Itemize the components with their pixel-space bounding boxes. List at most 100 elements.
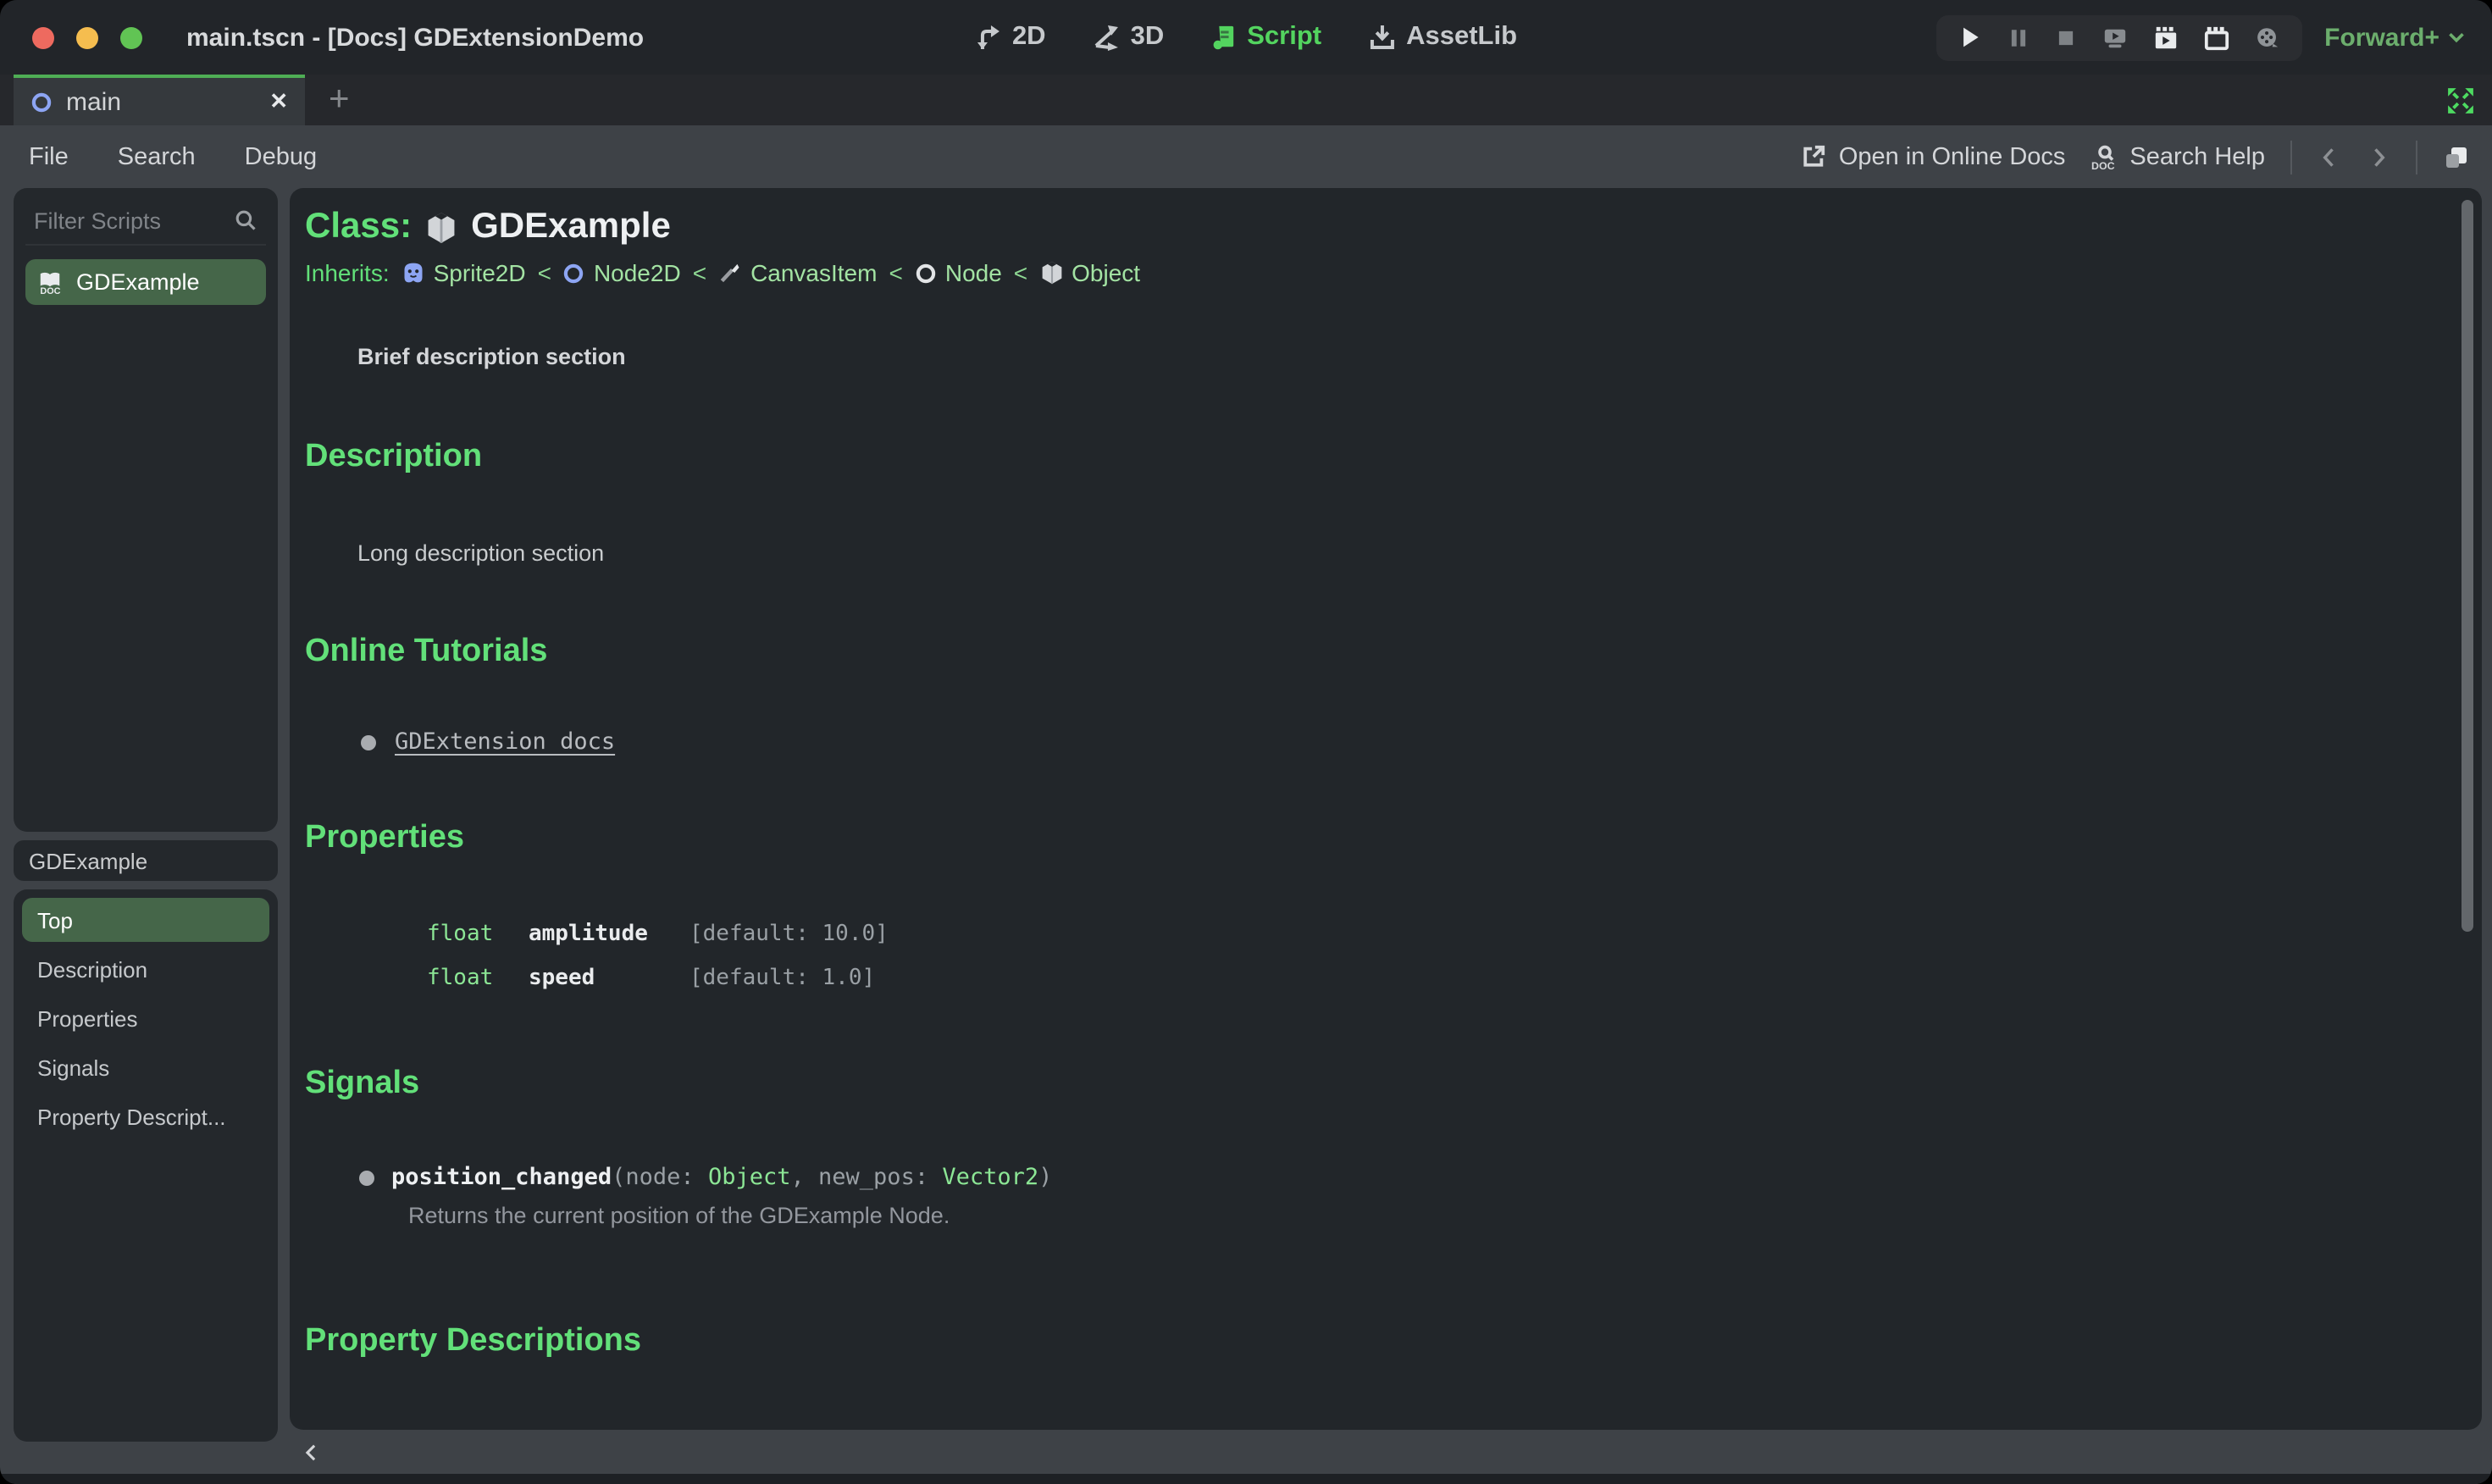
canvasitem-icon xyxy=(720,263,739,283)
brief-description: Brief description section xyxy=(357,344,626,369)
outline-item-label: Properties xyxy=(37,1005,138,1031)
2d-icon xyxy=(976,25,999,49)
node2d-icon xyxy=(564,263,584,283)
inherits-link-sprite2d[interactable]: Sprite2D xyxy=(401,259,526,286)
search-help-button[interactable]: DOC Search Help xyxy=(2091,143,2265,170)
online-tutorials-heading: Online Tutorials xyxy=(305,634,548,669)
play-movie-button[interactable] xyxy=(2153,25,2179,50)
collapse-chevron-icon[interactable] xyxy=(302,1439,320,1465)
search-icon xyxy=(235,210,256,230)
inherits-link-canvasitem[interactable]: CanvasItem xyxy=(718,259,877,286)
outline-item-label: Property Descript... xyxy=(37,1104,226,1129)
rendering-driver-dropdown[interactable]: Forward+ xyxy=(2324,23,2467,52)
inherits-link-label: Node2D xyxy=(593,259,681,286)
outline-item-description[interactable]: Description xyxy=(22,947,269,991)
property-row-amplitude: float amplitude [default: 10.0] xyxy=(427,922,2448,947)
add-scene-tab-button[interactable]: + xyxy=(329,78,350,122)
outline-header-label: GDExample xyxy=(29,848,148,873)
bullet-icon xyxy=(361,734,376,750)
node-icon xyxy=(916,263,936,283)
menu-file[interactable]: File xyxy=(29,143,69,170)
tab-assetlib-label: AssetLib xyxy=(1406,22,1518,51)
outline-item-label: Description xyxy=(37,956,148,982)
history-back-button[interactable] xyxy=(2318,143,2341,170)
inherits-link-label: CanvasItem xyxy=(750,259,878,286)
godot-editor-window: main.tscn - [Docs] GDExtensionDemo 2D 3D… xyxy=(0,0,2492,1484)
property-name[interactable]: amplitude xyxy=(529,922,689,947)
workspace-tabs: 2D 3D Script AssetLib xyxy=(975,22,1517,53)
stop-button[interactable] xyxy=(2055,26,2077,48)
menu-search[interactable]: Search xyxy=(118,143,196,170)
external-link-icon xyxy=(1804,145,1825,167)
open-online-docs-button[interactable]: Open in Online Docs xyxy=(1802,143,2066,170)
scene-tab-label: main xyxy=(66,87,122,116)
movie-writer-button[interactable] xyxy=(2255,25,2280,50)
title-bar: main.tscn - [Docs] GDExtensionDemo 2D 3D… xyxy=(0,0,2492,75)
minimize-window-button[interactable] xyxy=(76,26,98,48)
sprite2d-icon xyxy=(404,263,423,283)
make-floating-button[interactable] xyxy=(2443,143,2470,170)
inherits-label: Inherits: xyxy=(305,259,390,286)
3d-icon xyxy=(1095,25,1119,51)
signal-param-type-vector2[interactable]: Vector2 xyxy=(942,1164,1038,1191)
tab-script[interactable]: Script xyxy=(1211,22,1321,53)
movie-maker-button[interactable] xyxy=(2204,25,2229,50)
signal-description: Returns the current position of the GDEx… xyxy=(408,1203,950,1228)
outline-item-properties[interactable]: Properties xyxy=(22,996,269,1040)
play-button[interactable] xyxy=(1958,25,1982,49)
script-list-item-gdexample[interactable]: DOC GDExample xyxy=(25,259,266,305)
signal-param-label: new_pos: xyxy=(818,1164,943,1191)
open-online-docs-label: Open in Online Docs xyxy=(1838,143,2066,170)
distraction-free-button[interactable] xyxy=(2446,86,2475,114)
tab-script-label: Script xyxy=(1247,22,1322,51)
property-descriptions-heading: Property Descriptions xyxy=(305,1323,641,1359)
scene-tab-main[interactable]: main ✕ xyxy=(14,75,305,125)
svg-text:DOC: DOC xyxy=(40,286,60,295)
play-scene-button[interactable] xyxy=(2102,25,2128,50)
doc-column: Class: GDExample Inherits: Sprite2D < No… xyxy=(290,188,2482,1474)
search-help-icon: DOC xyxy=(2091,144,2115,170)
inherits-link-object[interactable]: Object xyxy=(1039,259,1140,286)
tutorial-item: GDExtension docs xyxy=(361,728,2448,756)
outline-item-property-descriptions[interactable]: Property Descript... xyxy=(22,1094,269,1138)
signal-punct: , xyxy=(790,1164,819,1191)
zoom-window-button[interactable] xyxy=(120,26,142,48)
signals-heading: Signals xyxy=(305,1066,420,1101)
property-name[interactable]: speed xyxy=(529,966,689,991)
close-tab-icon[interactable]: ✕ xyxy=(269,88,288,115)
inherits-link-label: Sprite2D xyxy=(433,259,526,286)
history-forward-button[interactable] xyxy=(2367,143,2390,170)
doc-scrollbar[interactable] xyxy=(2462,200,2473,932)
inherits-link-node2d[interactable]: Node2D xyxy=(563,259,681,286)
filter-scripts-input[interactable]: Filter Scripts xyxy=(25,197,266,246)
object-icon xyxy=(428,212,455,242)
chevron-left-icon xyxy=(2323,147,2334,166)
class-label: Class: xyxy=(305,207,413,246)
outline-header: GDExample xyxy=(14,840,278,881)
tab-assetlib[interactable]: AssetLib xyxy=(1369,22,1517,53)
outline-item-top[interactable]: Top xyxy=(22,898,269,942)
property-row-speed: float speed [default: 1.0] xyxy=(427,966,2448,991)
property-type[interactable]: float xyxy=(427,966,529,991)
signal-name: position_changed xyxy=(391,1164,612,1191)
tutorial-link[interactable]: GDExtension docs xyxy=(395,728,615,756)
property-type[interactable]: float xyxy=(427,922,529,947)
pause-button[interactable] xyxy=(2007,26,2030,48)
signal-signature: position_changed(node: Object, new_pos: … xyxy=(391,1164,1052,1191)
inherits-line: Inherits: Sprite2D < Node2D < CanvasItem… xyxy=(305,259,2448,286)
close-window-button[interactable] xyxy=(32,26,54,48)
inherits-separator: < xyxy=(692,259,707,286)
menu-debug[interactable]: Debug xyxy=(245,143,317,170)
tab-2d[interactable]: 2D xyxy=(975,22,1046,53)
window-footer-strip xyxy=(0,1474,2492,1484)
signal-param-type-object[interactable]: Object xyxy=(708,1164,791,1191)
class-doc-icon: DOC xyxy=(40,272,61,295)
search-help-label: Search Help xyxy=(2129,143,2265,170)
properties-table: float amplitude [default: 10.0] float sp… xyxy=(427,922,2448,991)
tab-3d[interactable]: 3D xyxy=(1094,22,1164,53)
doc-outline-panel: Top Description Properties Signals Prope… xyxy=(14,889,278,1442)
divider xyxy=(2290,140,2292,174)
script-item-label: GDExample xyxy=(76,269,200,295)
outline-item-signals[interactable]: Signals xyxy=(22,1045,269,1089)
inherits-link-node[interactable]: Node xyxy=(915,259,1002,286)
